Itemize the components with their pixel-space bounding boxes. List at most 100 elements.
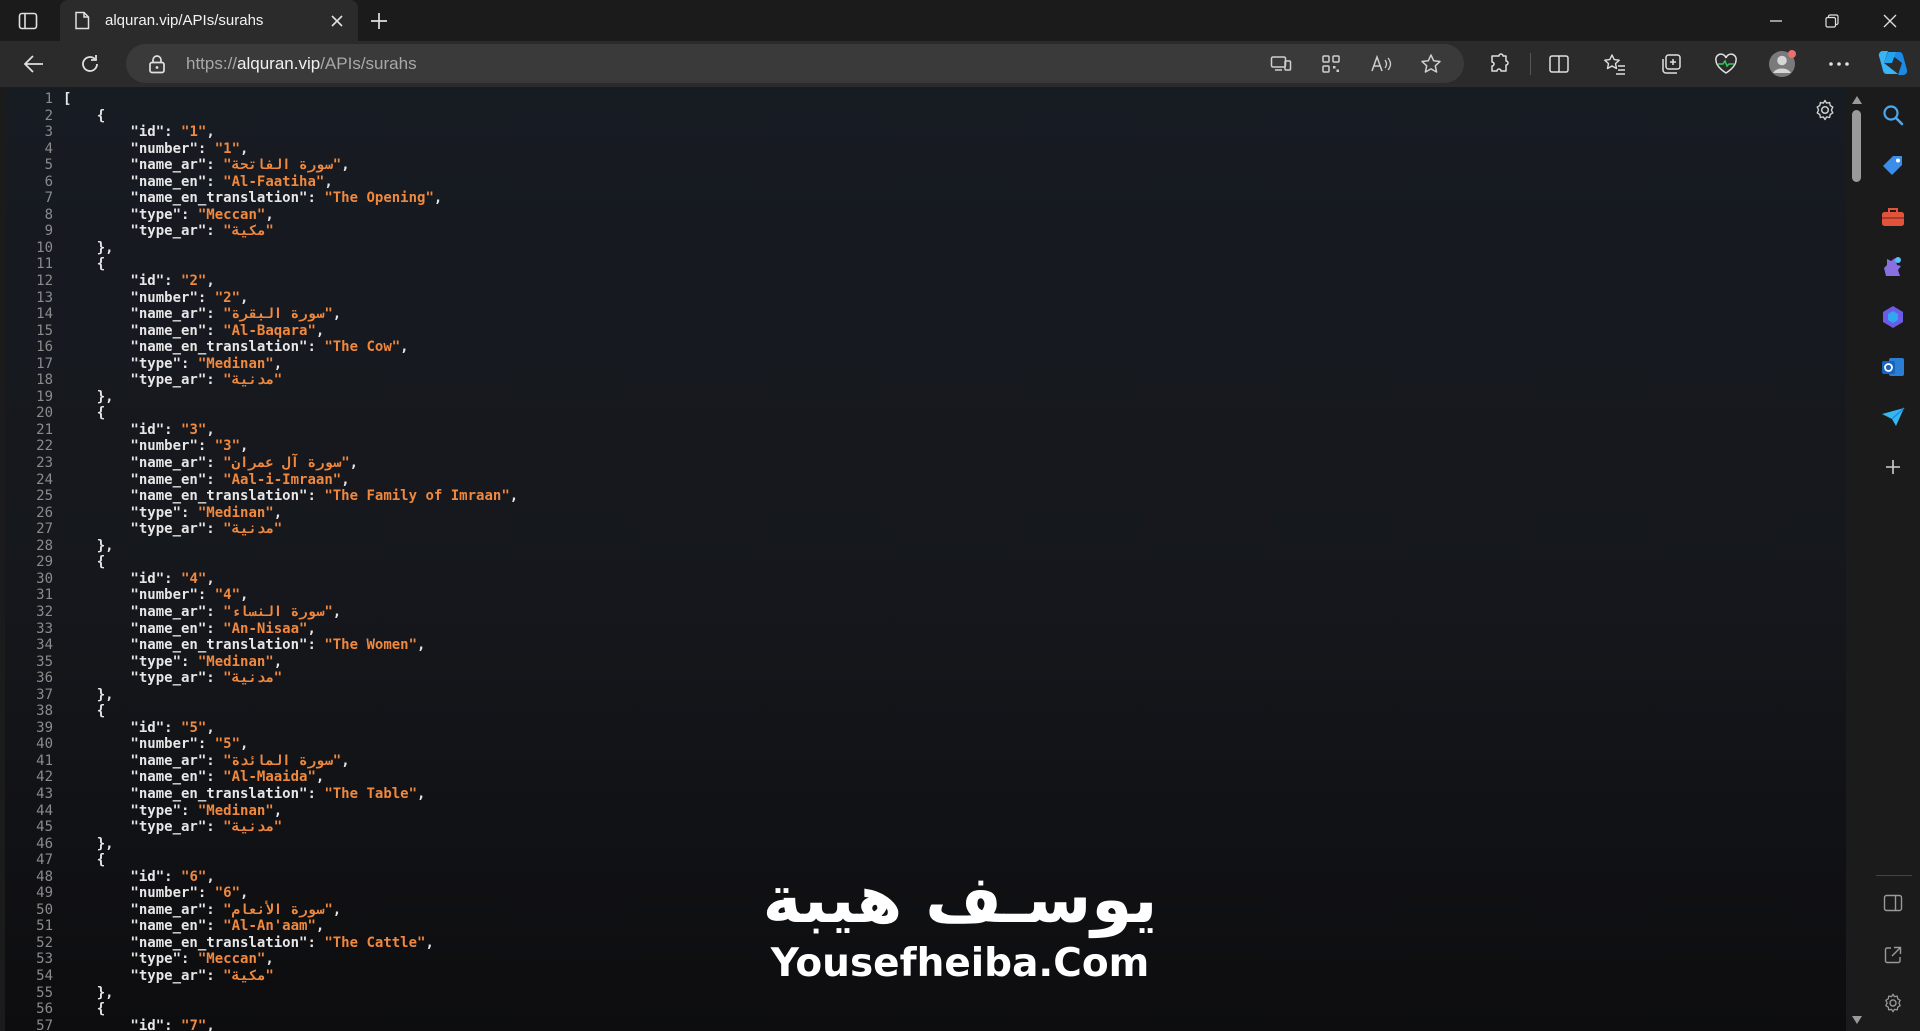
line-number: 22 [36, 438, 53, 455]
line-text: "name_en": "Al-Maaida", [63, 769, 325, 786]
json-string-value: "4" [181, 570, 207, 587]
qr-code-icon[interactable] [1318, 51, 1344, 77]
address-bar[interactable]: https://alquran.vip/APIs/surahs [126, 44, 1464, 83]
favorites-icon[interactable] [1600, 49, 1630, 79]
json-key: type_ar [138, 521, 198, 538]
gear-icon[interactable] [1813, 98, 1837, 122]
line-number: 52 [36, 934, 53, 951]
line-text: "name_ar": "سورة المائدة", [63, 752, 350, 769]
settings-icon[interactable] [1879, 989, 1907, 1017]
minimize-icon[interactable] [1756, 8, 1796, 34]
add-icon[interactable] [1879, 453, 1907, 481]
code-line: 1[ [5, 91, 1846, 108]
code-line: 41 "name_ar": "سورة المائدة", [5, 753, 1846, 770]
line-number: 40 [36, 736, 53, 753]
json-string-value: "The Cattle" [324, 934, 426, 951]
scroll-up-arrow-icon[interactable] [1851, 92, 1863, 104]
json-string-value: "1" [181, 124, 207, 141]
json-string-value: "1" [214, 140, 241, 157]
line-text: "id": "3", [63, 421, 215, 438]
line-number: 21 [36, 421, 53, 438]
app-available-icon[interactable] [1268, 51, 1294, 77]
code-line: 2 { [5, 108, 1846, 125]
json-viewer[interactable]: 1[2 {3 "id": "1", 4 "number": "1", 5 "name… [5, 88, 1846, 1031]
hide-sidebar-icon[interactable] [1879, 889, 1907, 917]
read-aloud-icon[interactable] [1368, 51, 1394, 77]
json-key: name_ar [138, 306, 198, 323]
json-key: id [138, 570, 156, 587]
outlook-icon[interactable] [1879, 353, 1907, 381]
json-string-value: "مكية" [223, 223, 274, 240]
line-text: "name_ar": "سورة آل عمران", [63, 455, 359, 472]
line-number: 8 [44, 206, 53, 223]
games-icon[interactable] [1879, 253, 1907, 281]
browser-essentials-icon[interactable] [1711, 49, 1741, 79]
line-text: "type": "Meccan", [63, 206, 274, 223]
tab-actions-icon[interactable] [14, 8, 42, 34]
line-text: "name_ar": "سورة الفاتحة", [63, 157, 350, 174]
shopping-tag-icon[interactable] [1879, 152, 1907, 180]
profile-avatar-icon[interactable] [1767, 49, 1797, 79]
copilot-icon[interactable] [1878, 48, 1908, 78]
line-text: "type_ar": "مكية" [63, 967, 274, 984]
line-text: "name_ar": "سورة الأنعام", [63, 901, 342, 918]
url-text[interactable]: https://alquran.vip/APIs/surahs [186, 54, 417, 74]
code-line: 33 "name_en": "An-Nisaa", [5, 621, 1846, 638]
active-tab[interactable]: alquran.vip/APIs/surahs [60, 0, 358, 41]
vertical-scrollbar[interactable] [1848, 88, 1866, 1031]
search-icon[interactable] [1879, 101, 1907, 129]
line-number: 20 [36, 405, 53, 422]
close-icon[interactable] [328, 12, 346, 30]
line-number: 18 [36, 372, 53, 389]
json-key: number [138, 587, 190, 604]
json-key: type_ar [138, 967, 198, 984]
line-number: 53 [36, 951, 53, 968]
refresh-icon[interactable] [75, 49, 105, 79]
scroll-down-arrow-icon[interactable] [1851, 1012, 1863, 1024]
code-line: 30 "id": "4", [5, 571, 1846, 588]
code-line: 55 }, [5, 985, 1846, 1002]
json-key: name_en [138, 471, 198, 488]
json-string-value: "مدنية" [223, 819, 283, 836]
line-text: "type": "Medinan", [63, 504, 283, 521]
json-string-value: "مدنية" [223, 670, 283, 687]
line-text: "type_ar": "مدنية" [63, 521, 283, 538]
open-external-icon[interactable] [1879, 941, 1907, 969]
line-text: }, [63, 835, 114, 852]
back-arrow-icon[interactable] [19, 49, 49, 79]
restore-icon[interactable] [1812, 8, 1852, 34]
lock-icon[interactable] [148, 54, 166, 74]
line-number: 34 [36, 637, 53, 654]
line-number: 13 [36, 289, 53, 306]
line-number: 17 [36, 355, 53, 372]
json-key: name_en [138, 620, 198, 637]
more-icon[interactable] [1824, 49, 1854, 79]
line-text: "number": "4", [63, 587, 249, 604]
collections-icon[interactable] [1656, 49, 1686, 79]
tools-icon[interactable] [1879, 203, 1907, 231]
code-line: 32 "name_ar": "سورة النساء", [5, 604, 1846, 621]
json-string-value: "4" [214, 587, 241, 604]
code-line: 40 "number": "5", [5, 736, 1846, 753]
drop-icon[interactable] [1879, 403, 1907, 431]
split-screen-icon[interactable] [1544, 49, 1574, 79]
json-string-value: "The Family of Imraan" [324, 488, 510, 505]
favorite-star-icon[interactable] [1418, 51, 1444, 77]
window-close-icon[interactable] [1870, 8, 1910, 34]
line-number: 10 [36, 239, 53, 256]
tab-title: alquran.vip/APIs/surahs [105, 12, 264, 29]
line-text: "id": "7", [63, 1018, 214, 1031]
extensions-icon[interactable] [1484, 49, 1514, 79]
line-text: "name_ar": "سورة البقرة", [63, 306, 342, 323]
line-text: "name_en_translation": "The Cattle", [63, 934, 434, 951]
microsoft-365-icon[interactable] [1879, 303, 1907, 331]
plus-icon[interactable] [368, 10, 392, 32]
json-string-value: "Meccan" [197, 206, 266, 223]
code-line: 42 "name_en": "Al-Maaida", [5, 769, 1846, 786]
line-number: 15 [36, 322, 53, 339]
json-string-value: "An-Nisaa" [223, 620, 308, 637]
sidebar-divider [1876, 875, 1912, 876]
json-key: name_en [138, 322, 198, 339]
scrollbar-thumb[interactable] [1852, 110, 1861, 182]
line-text: { [63, 405, 106, 422]
